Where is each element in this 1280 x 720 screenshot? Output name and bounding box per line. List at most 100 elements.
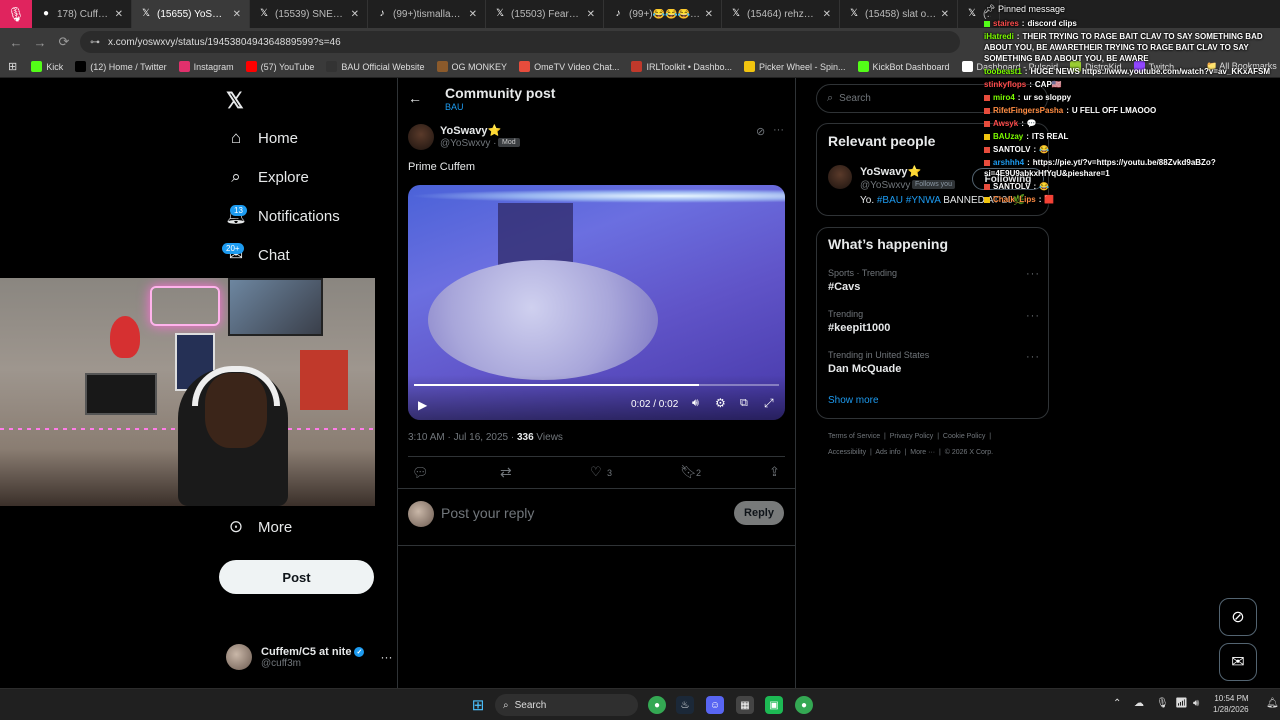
nav-home[interactable]: ⌂ Home: [226, 128, 298, 148]
close-tab-icon[interactable]: ✕: [705, 9, 713, 20]
bookmark-item[interactable]: BAU Official Website: [326, 61, 425, 72]
chat-username[interactable]: iHatredi: [984, 32, 1014, 41]
messages-float-button[interactable]: ✉: [1219, 643, 1257, 681]
footer-link[interactable]: Accessibility: [828, 449, 866, 456]
settings-gear-icon[interactable]: ⚙: [715, 396, 726, 410]
grok-float-button[interactable]: ⊘: [1219, 598, 1257, 636]
reply-icon[interactable]: 💬︎: [412, 465, 429, 481]
nav-explore[interactable]: ⌕ Explore: [226, 167, 309, 187]
video-progress-track[interactable]: [414, 384, 779, 386]
bookmark-item[interactable]: OG MONKEY: [436, 61, 507, 72]
close-tab-icon[interactable]: ✕: [469, 9, 477, 20]
reload-icon[interactable]: ⟳: [52, 34, 76, 50]
like-icon[interactable]: ♡: [590, 464, 602, 480]
trend-item[interactable]: Sports · Trending #Cavs: [828, 268, 1038, 293]
footer-link[interactable]: Ads info: [875, 449, 900, 456]
browser-tab[interactable]: 𝕏 (15503) FearBuck o ✕: [486, 0, 604, 28]
back-arrow-icon[interactable]: ←: [408, 90, 422, 106]
bookmark-item[interactable]: IRLToolkit • Dashbo...: [631, 61, 732, 72]
share-icon[interactable]: ⇪: [769, 464, 780, 480]
bio-hashtag[interactable]: #YNWA: [906, 195, 941, 206]
taskbar-search[interactable]: ⌕ Search: [495, 694, 638, 716]
person-avatar[interactable]: [828, 165, 852, 189]
chat-username[interactable]: SANTOLV: [993, 182, 1030, 191]
footer-link[interactable]: Privacy Policy: [890, 433, 934, 440]
apps-grid-icon[interactable]: ⊞: [8, 60, 17, 73]
grok-icon[interactable]: ⊘: [756, 125, 765, 138]
fullscreen-icon[interactable]: ⤢: [764, 396, 774, 411]
browser-tab[interactable]: 𝕏 (15458) slat on X: " ✕: [840, 0, 958, 28]
bookmark-item[interactable]: OmeTV Video Chat...: [519, 61, 619, 72]
windows-start-icon[interactable]: ⊞: [469, 696, 487, 714]
close-tab-icon[interactable]: ✕: [233, 9, 241, 20]
browser-tab[interactable]: ♪ (99+)tismalla_hood ✕: [368, 0, 486, 28]
repost-icon[interactable]: ⇄: [500, 464, 512, 481]
show-more-link[interactable]: Show more: [828, 395, 879, 406]
x-logo-icon[interactable]: 𝕏: [226, 88, 244, 114]
person-name[interactable]: YoSwavy⭐: [860, 165, 921, 178]
close-tab-icon[interactable]: ✕: [587, 9, 595, 20]
author-avatar[interactable]: [408, 124, 434, 150]
chat-username[interactable]: toobeast1: [984, 67, 1022, 76]
url-field[interactable]: ⊶ x.com/yoswxvy/status/19453804943648895…: [80, 31, 960, 53]
trend-more-icon[interactable]: ···: [1026, 268, 1040, 280]
author-handle[interactable]: @YoSwxvy ·: [440, 138, 496, 149]
bookmark-icon[interactable]: 🔖︎: [680, 464, 697, 480]
trend-more-icon[interactable]: ···: [1026, 351, 1040, 363]
site-info-icon[interactable]: ⊶: [90, 37, 100, 48]
cloud-icon[interactable]: ☁: [1134, 698, 1144, 709]
footer-link[interactable]: More ···: [910, 449, 935, 456]
chat-username[interactable]: RifetFingersPasha: [993, 106, 1063, 115]
volume-icon[interactable]: 🔊︎: [692, 397, 699, 410]
clock[interactable]: 10:54 PM 1/28/2026: [1213, 693, 1249, 715]
trend-item[interactable]: Trending #keepit1000: [828, 309, 1038, 334]
chat-username[interactable]: staires: [993, 19, 1019, 28]
chat-username[interactable]: Awsyk: [993, 119, 1018, 128]
chat-username[interactable]: BAUzay: [993, 132, 1023, 141]
trend-more-icon[interactable]: ···: [1026, 310, 1040, 322]
bookmark-item[interactable]: Kick: [31, 61, 63, 72]
browser-tab[interactable]: 𝕏 (15464) rehzzi on X ✕: [722, 0, 840, 28]
forward-icon[interactable]: →: [28, 35, 52, 50]
chrome-icon[interactable]: ●: [648, 696, 666, 714]
browser-tab[interactable]: ♪ (99+)😂😂😂😂 ✕: [604, 0, 722, 28]
browser-tab[interactable]: ● 178) Cuffem & iSh ✕: [32, 0, 132, 28]
reply-button[interactable]: Reply: [734, 501, 784, 525]
app-icon[interactable]: ▦: [736, 696, 754, 714]
footer-link[interactable]: Terms of Service: [828, 433, 880, 440]
pip-icon[interactable]: ⧉: [740, 397, 748, 410]
bio-hashtag[interactable]: #BAU: [877, 195, 903, 206]
play-icon[interactable]: ▶: [418, 398, 427, 412]
browser-tab[interactable]: 𝕏 (15655) YoSwavy⭐ ✕: [132, 0, 250, 28]
close-tab-icon[interactable]: ✕: [823, 9, 831, 20]
steam-icon[interactable]: ♨: [676, 696, 694, 714]
bookmark-item[interactable]: (12) Home / Twitter: [75, 61, 167, 72]
post-button[interactable]: Post: [219, 560, 374, 594]
chat-username[interactable]: miro4: [993, 93, 1015, 102]
author-name[interactable]: YoSwavy⭐: [440, 124, 501, 137]
close-tab-icon[interactable]: ✕: [351, 9, 359, 20]
nav-more[interactable]: ⊙ More: [226, 517, 292, 537]
bookmark-item[interactable]: Picker Wheel - Spin...: [743, 61, 846, 72]
chat-username[interactable]: arshhh4: [993, 158, 1024, 167]
account-more-icon[interactable]: ···: [380, 650, 392, 664]
wifi-icon[interactable]: 📶︎: [1175, 698, 1188, 709]
notification-bell-icon[interactable]: 🔔︎: [1266, 698, 1279, 709]
bookmark-item[interactable]: KickBot Dashboard: [857, 61, 950, 72]
browser-tab[interactable]: 𝕏 (15539) SNEAKO D/ ✕: [250, 0, 368, 28]
video-player[interactable]: ▶ 0:02 / 0:02 🔊︎ ⚙ ⧉ ⤢: [408, 185, 785, 420]
app-icon[interactable]: ▣: [765, 696, 783, 714]
chat-username[interactable]: SANTOLV: [993, 145, 1030, 154]
discord-icon[interactable]: ☺: [706, 696, 724, 714]
reply-input[interactable]: Post your reply: [441, 505, 534, 521]
microphone-icon[interactable]: 🎙︎: [1156, 698, 1169, 709]
bookmark-item[interactable]: (57) YouTube: [245, 61, 314, 72]
microphone-recording-icon[interactable]: 🎙: [0, 0, 32, 28]
trend-item[interactable]: Trending in United States Dan McQuade: [828, 350, 1038, 375]
chat-username[interactable]: Chalk_Lips: [993, 195, 1036, 204]
close-tab-icon[interactable]: ✕: [115, 9, 123, 20]
chevron-up-icon[interactable]: ⌃: [1113, 698, 1121, 709]
post-more-icon[interactable]: ···: [773, 124, 784, 136]
speaker-icon[interactable]: 🔊︎: [1193, 698, 1199, 709]
close-tab-icon[interactable]: ✕: [941, 9, 949, 20]
